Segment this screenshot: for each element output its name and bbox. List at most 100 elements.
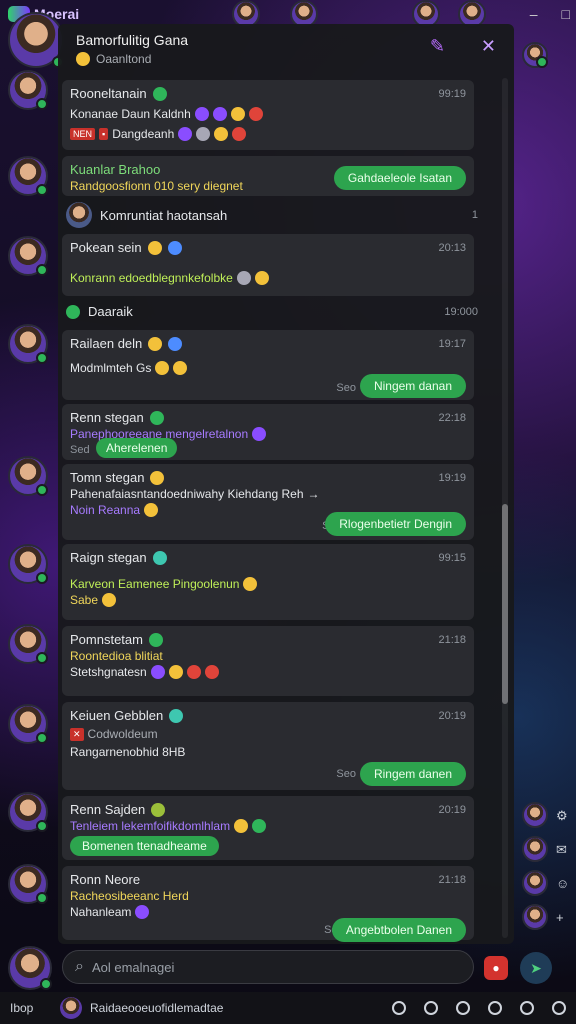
action-button[interactable]: Bomenen ttenadheame xyxy=(70,836,219,856)
avatar[interactable] xyxy=(8,70,48,110)
message-text: Tenleiem lekemfoifikdomlhlam xyxy=(70,819,231,833)
message-time: 21:18 xyxy=(438,874,466,886)
menu-icon[interactable] xyxy=(552,1001,566,1015)
link-icon[interactable] xyxy=(456,1001,470,1015)
page-title: Bamorfulitig Gana xyxy=(76,32,189,48)
action-button[interactable]: Aherelenen xyxy=(96,438,178,458)
emoji-icon xyxy=(194,107,209,121)
action-button[interactable]: Ringem danen xyxy=(359,762,466,786)
avatar[interactable] xyxy=(522,870,548,896)
avatar[interactable] xyxy=(522,836,548,862)
emoji-icon xyxy=(212,107,227,121)
edit-icon[interactable]: ✎ xyxy=(430,36,445,57)
message-text: Roontedioa blitiat xyxy=(70,649,163,663)
share-icon[interactable] xyxy=(520,1001,534,1015)
message-line: Nahanleam xyxy=(70,905,466,919)
people-icon[interactable]: ☺ xyxy=(556,876,569,891)
avatar[interactable] xyxy=(8,704,48,744)
message-card[interactable]: Keiuen Gebblen 20:19 ✕ Codwoldeum Rangar… xyxy=(62,702,474,790)
avatar[interactable] xyxy=(522,802,548,828)
message-card[interactable]: Pomnstetam 21:18 Roontedioa blitiat Stet… xyxy=(62,626,474,696)
avatar[interactable] xyxy=(8,946,52,990)
avatar[interactable] xyxy=(8,624,48,664)
taskbar: Ibop Raidaeooeuofidlemadtae xyxy=(0,992,576,1024)
action-button[interactable]: Ningem danan xyxy=(359,374,466,398)
gem-icon xyxy=(252,427,267,441)
mic-icon: ● xyxy=(492,961,500,975)
add-icon[interactable]: + xyxy=(556,910,564,925)
emoji-icon xyxy=(173,361,188,375)
emoji-icon xyxy=(152,550,167,565)
message-card[interactable]: Railaen deln 19:17 Modmlmteh Gs Seo Ning… xyxy=(62,330,474,400)
avatar[interactable] xyxy=(8,544,48,584)
message-text: Konrann edoedblegnnkefolbke xyxy=(70,271,233,285)
message-text: Dangdeanh xyxy=(112,127,175,141)
author-name: Tomn stegan xyxy=(70,470,145,485)
emoji-icon xyxy=(151,802,166,817)
scrollbar-thumb[interactable] xyxy=(502,504,508,704)
emoji-icon xyxy=(155,361,170,375)
message-line: NEN ▪ Dangdeanh xyxy=(70,127,466,141)
message-card[interactable]: Rooneltanain 99:19 Konanae Daun Kaldnh N… xyxy=(62,80,474,150)
author-name: Kuanlar Brahoo xyxy=(70,162,161,177)
emoji-icon xyxy=(248,107,263,121)
left-user-column xyxy=(6,0,64,1024)
info-icon[interactable] xyxy=(424,1001,438,1015)
message-text: Randgoosfionn 010 sery diegnet xyxy=(70,179,243,193)
settings-icon[interactable]: ⚙ xyxy=(556,808,568,824)
record-button[interactable]: ● xyxy=(484,956,508,980)
message-time: 99:19 xyxy=(438,88,466,100)
emoji-icon xyxy=(204,665,219,679)
message-author: Pokean sein xyxy=(70,240,466,255)
search-icon: ⌕ xyxy=(75,958,84,975)
chrome-icon[interactable] xyxy=(392,1001,406,1015)
close-icon[interactable]: ✕ xyxy=(481,36,496,57)
message-line: Stetshgnatesn xyxy=(70,665,466,679)
avatar[interactable] xyxy=(60,997,82,1019)
section-header[interactable]: Daaraik 19:000 xyxy=(66,304,486,319)
avatar[interactable] xyxy=(8,864,48,904)
avatar[interactable] xyxy=(522,42,548,68)
message-card[interactable]: Ronn Neore 21:18 Racheosibeeanc Herd Nah… xyxy=(62,866,474,942)
message-line: Rangarnenobhid 8HB xyxy=(70,745,466,759)
message-line: Pahenafaiasntandoedniwahy Kiehdang Reh → xyxy=(70,487,466,501)
avatar[interactable] xyxy=(8,324,48,364)
author-name: Raign stegan xyxy=(70,550,147,565)
avatar[interactable] xyxy=(8,236,48,276)
section-header[interactable]: Komruntiat haotansah 1 xyxy=(66,202,486,228)
message-card[interactable]: Kuanlar Brahoo Randgoosfionn 010 sery di… xyxy=(62,156,474,196)
emoji-icon xyxy=(150,665,165,679)
chat-icon[interactable]: ✉ xyxy=(556,842,567,858)
send-button[interactable]: ➤ xyxy=(520,952,552,984)
message-author: Railaen deln xyxy=(70,336,466,351)
avatar[interactable] xyxy=(8,456,48,496)
flag-icon: ✕ xyxy=(70,727,84,741)
message-meta: Seo xyxy=(336,382,356,394)
message-card[interactable]: Pokean sein 20:13 Konrann edoedblegnnkef… xyxy=(62,234,474,296)
message-text: Racheosibeeanc Herd xyxy=(70,889,189,903)
section-title: Daaraik xyxy=(88,304,133,319)
message-card[interactable]: Renn stegan 22:18 Panephooreeane mengelr… xyxy=(62,404,474,460)
message-input[interactable] xyxy=(91,959,452,975)
action-button[interactable]: Gahdaeleole Isatan xyxy=(333,166,466,190)
action-button[interactable]: Angebtbolen Danen xyxy=(331,918,466,942)
online-status-icon xyxy=(40,978,52,990)
action-button[interactable]: Rlogenbetietr Dengin xyxy=(325,512,466,536)
message-card[interactable]: Tomn stegan 19:19 Pahenafaiasntandoedniw… xyxy=(62,464,474,540)
refresh-icon[interactable] xyxy=(488,1001,502,1015)
taskbar-label[interactable]: Ibop xyxy=(10,1001,60,1015)
section-icon xyxy=(66,304,80,319)
avatar[interactable] xyxy=(8,12,64,68)
message-author: Tomn stegan xyxy=(70,470,466,485)
message-card[interactable]: Raign stegan 99:15 Karveon Eamenee Pingo… xyxy=(62,544,474,620)
message-composer: ⌕ xyxy=(62,950,474,984)
avatar[interactable] xyxy=(522,904,548,930)
avatar[interactable] xyxy=(8,792,48,832)
message-card[interactable]: Renn Sajden 20:19 Tenleiem lekemfoifikdo… xyxy=(62,796,474,860)
avatar[interactable] xyxy=(8,156,48,196)
message-line: Modmlmteh Gs xyxy=(70,361,466,375)
author-name: Ronn Neore xyxy=(70,872,141,887)
message-line: Sabe xyxy=(70,593,466,607)
message-time: 20:19 xyxy=(438,710,466,722)
verified-icon xyxy=(152,86,167,101)
